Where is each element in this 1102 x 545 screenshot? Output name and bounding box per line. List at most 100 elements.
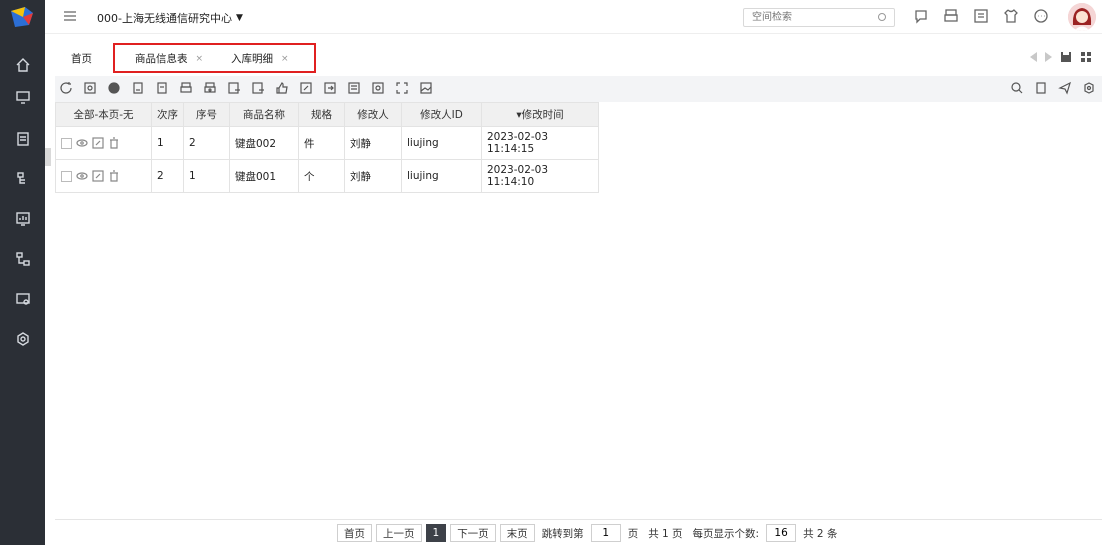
cell-modified-time: 2023-02-03 11:14:15 [481,126,599,160]
sidebar-collapse-handle[interactable] [45,148,51,166]
scroll-right-icon[interactable] [1045,52,1052,62]
save-icon[interactable] [1060,51,1072,63]
avatar[interactable] [1068,3,1096,31]
page-size-input[interactable] [766,524,797,542]
grid-view-icon[interactable] [1080,51,1092,63]
zoom-icon[interactable] [1010,81,1026,97]
import-icon[interactable] [251,81,267,97]
menu-toggle-icon[interactable] [63,9,77,23]
column-header-spec[interactable]: 规格 [298,102,345,127]
send-icon[interactable] [1058,81,1074,97]
delete-icon[interactable] [108,170,120,182]
home-icon[interactable] [12,54,33,75]
column-header-select[interactable]: 全部-本页-无 [55,102,152,127]
list-icon[interactable] [973,8,991,26]
more-icon[interactable] [1033,8,1051,26]
cell-seq: 1 [183,159,230,193]
view-icon[interactable] [76,137,88,149]
org-selector[interactable]: 000-上海无线通信研究中心 ▼ [97,10,243,26]
cell-name: 键盘002 [229,126,299,160]
jump-label: 跳转到第 [541,527,584,540]
settings-icon[interactable] [1082,81,1098,97]
new-doc-icon[interactable] [131,81,147,97]
jump-page-input[interactable] [590,524,621,542]
column-header-order[interactable]: 次序 [151,102,184,127]
flow-icon[interactable] [12,248,33,269]
thumbs-up-icon[interactable] [275,81,291,97]
prev-page-button[interactable]: 上一页 [376,524,422,542]
app-root: 000-上海无线通信研究中心 ▼ 空间检索 首页 商品信息表 × 入库明细 × … [0,0,1102,545]
current-page-button[interactable]: 1 [425,524,447,542]
shirt-icon[interactable] [1003,8,1021,26]
column-header-modifier[interactable]: 修改人 [344,102,402,127]
scroll-left-icon[interactable] [1030,52,1037,62]
image-icon[interactable] [419,81,435,97]
search-icon[interactable] [877,12,888,23]
monitor-icon[interactable] [12,86,33,107]
edit-doc-icon[interactable] [155,81,171,97]
screen-settings-icon[interactable] [12,288,33,309]
print-settings-icon[interactable] [203,81,219,97]
list-doc-icon[interactable] [347,81,363,97]
row-actions [61,137,151,149]
forward-icon[interactable] [323,81,339,97]
cell-spec: 件 [298,126,345,160]
table-row[interactable]: 2 1 键盘001 个 刘静 liujing 2023-02-03 11:14:… [55,159,599,193]
page-size-label: 每页显示个数: [692,527,760,540]
view-icon[interactable] [76,170,88,182]
search-input[interactable] [744,9,869,26]
first-page-button[interactable]: 首页 [337,524,372,542]
preview-icon[interactable] [83,81,99,97]
cell-name: 键盘001 [229,159,299,193]
cell-modified-time: 2023-02-03 11:14:10 [481,159,599,193]
fullscreen-icon[interactable] [395,81,411,97]
cell-modifier: 刘静 [344,159,402,193]
space-search[interactable] [743,8,895,27]
column-header-name[interactable]: 商品名称 [229,102,299,127]
cell-order: 1 [151,126,184,160]
top-header: 000-上海无线通信研究中心 ▼ [45,0,1102,34]
edit-icon[interactable] [92,170,104,182]
cell-modifier-id: liujing [401,159,482,193]
grid-header-row: 全部-本页-无 次序 序号 商品名称 规格 修改人 修改人ID ▾修改时间 [55,102,599,127]
clipboard-icon[interactable] [1034,81,1050,97]
last-page-button[interactable]: 末页 [499,524,535,542]
row-checkbox[interactable] [61,137,72,149]
column-header-modified-time[interactable]: ▾修改时间 [481,102,599,127]
next-page-button[interactable]: 下一页 [450,524,496,542]
document-icon[interactable] [12,128,33,149]
export-icon[interactable] [227,81,243,97]
left-sidebar [0,0,45,545]
dashboard-icon[interactable] [12,208,33,229]
total-pages-label: 共 1 页 [648,527,683,540]
column-header-modifier-id[interactable]: 修改人ID [401,102,482,127]
chat-icon[interactable] [913,8,931,26]
row-checkbox[interactable] [61,170,72,182]
pagination: 首页 上一页 1 下一页 末页 跳转到第 页 共 1 页 每页显示个数: 共 2… [337,524,840,542]
print-icon[interactable] [943,8,961,26]
cell-modifier-id: liujing [401,126,482,160]
delete-icon[interactable] [108,137,120,149]
row-actions [61,170,151,182]
add-icon[interactable] [107,81,123,97]
caret-down-icon: ▼ [235,13,243,23]
table-row[interactable]: 1 2 键盘002 件 刘静 liujing 2023-02-03 11:14:… [55,126,599,160]
edit-icon[interactable] [92,137,104,149]
cell-seq: 2 [183,126,230,160]
print-icon[interactable] [179,81,195,97]
cell-order: 2 [151,159,184,193]
tab-home[interactable]: 首页 [71,51,92,66]
search-doc-icon[interactable] [371,81,387,97]
app-logo[interactable] [9,5,35,29]
tab-label: 首页 [71,53,92,65]
refresh-icon[interactable] [59,81,75,97]
total-items-label: 共 2 条 [803,527,838,540]
tab-nav-controls [1030,51,1092,63]
product-grid: 全部-本页-无 次序 序号 商品名称 规格 修改人 修改人ID ▾修改时间 1 … [55,102,599,193]
settings-icon[interactable] [12,328,33,349]
grid-footer: 首页 上一页 1 下一页 末页 跳转到第 页 共 1 页 每页显示个数: 共 2… [55,519,1102,545]
column-header-seq[interactable]: 序号 [183,102,230,127]
org-tree-icon[interactable] [12,168,33,189]
edit-icon[interactable] [299,81,315,97]
annotation-highlight-box [113,43,316,73]
